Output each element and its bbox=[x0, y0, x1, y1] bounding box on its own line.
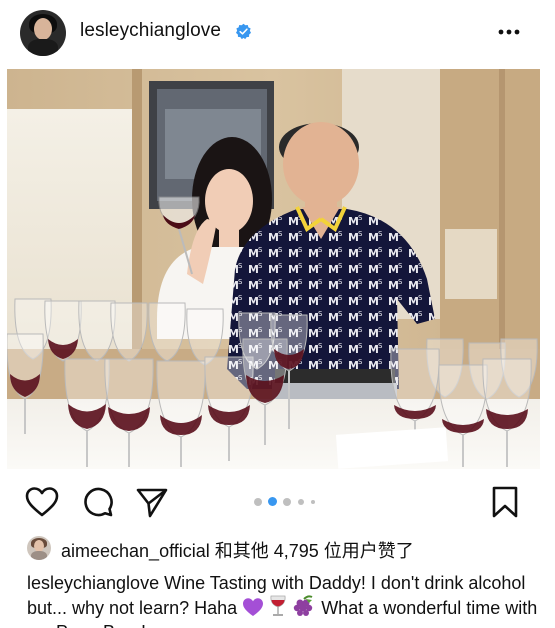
like-heart-icon[interactable] bbox=[24, 486, 60, 518]
wine-glass-emoji-icon bbox=[270, 595, 286, 616]
liked-by-username[interactable]: aimeechan_official bbox=[61, 541, 210, 561]
verified-badge-icon bbox=[235, 23, 252, 40]
more-options-icon[interactable] bbox=[496, 24, 522, 40]
carousel-indicator bbox=[254, 497, 324, 507]
caption-username[interactable]: lesleychianglove bbox=[27, 573, 159, 593]
post-caption: lesleychianglove Wine Tasting with Daddy… bbox=[27, 571, 542, 628]
post-username[interactable]: lesleychianglove bbox=[80, 20, 221, 42]
bookmark-save-icon[interactable] bbox=[491, 485, 519, 519]
comment-icon[interactable] bbox=[82, 486, 114, 518]
profile-avatar[interactable] bbox=[20, 10, 66, 56]
photo-illustration: M S bbox=[7, 69, 540, 469]
purple-heart-emoji-icon bbox=[243, 598, 264, 616]
likes-summary[interactable]: aimeechan_official 和其他 4,795 位用户赞了 bbox=[27, 535, 547, 561]
grapes-emoji-icon bbox=[293, 595, 313, 616]
liker-avatar[interactable] bbox=[27, 536, 51, 560]
likes-text: aimeechan_official 和其他 4,795 位用户赞了 bbox=[61, 537, 414, 563]
send-share-icon[interactable] bbox=[135, 486, 169, 518]
post-header: lesleychianglove bbox=[0, 0, 555, 66]
post-photo[interactable]: M S bbox=[7, 69, 540, 469]
likes-count-text: 和其他 4,795 位用户赞了 bbox=[209, 541, 414, 561]
